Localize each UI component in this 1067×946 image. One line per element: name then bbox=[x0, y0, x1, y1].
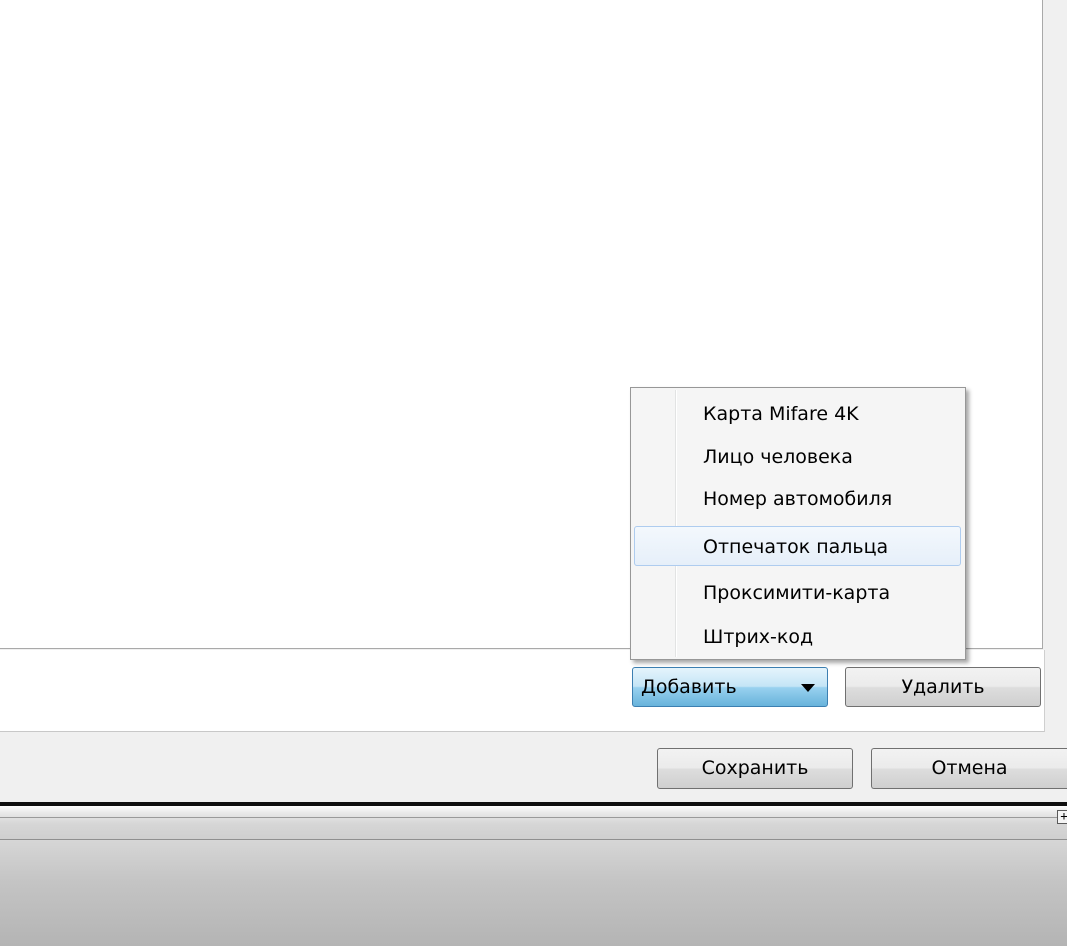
cancel-button[interactable]: Отмена bbox=[871, 748, 1067, 789]
add-dropdown-menu: Карта Mifare 4K Лицо человека Номер авто… bbox=[630, 387, 966, 660]
application-window: Добавить Удалить Сохранить Отмена + Карт… bbox=[0, 0, 1067, 946]
chevron-down-icon[interactable] bbox=[801, 684, 815, 692]
strip-divider bbox=[0, 817, 1058, 818]
add-button-label: Добавить bbox=[641, 676, 737, 698]
menu-item-mifare-card[interactable]: Карта Mifare 4K bbox=[634, 393, 961, 433]
menu-item-proximity-card[interactable]: Проксимити-карта bbox=[634, 572, 961, 612]
menu-item-fingerprint[interactable]: Отпечаток пальца bbox=[634, 526, 961, 566]
bottom-panel bbox=[0, 840, 1067, 946]
delete-button[interactable]: Удалить bbox=[845, 667, 1041, 707]
add-button[interactable]: Добавить bbox=[632, 667, 828, 707]
expand-icon[interactable]: + bbox=[1057, 810, 1067, 824]
save-button[interactable]: Сохранить bbox=[657, 748, 853, 789]
splitter-strip[interactable] bbox=[0, 806, 1067, 840]
menu-item-barcode[interactable]: Штрих-код bbox=[634, 616, 961, 656]
menu-item-license-plate[interactable]: Номер автомобиля bbox=[634, 478, 961, 518]
menu-item-face[interactable]: Лицо человека bbox=[634, 436, 961, 476]
